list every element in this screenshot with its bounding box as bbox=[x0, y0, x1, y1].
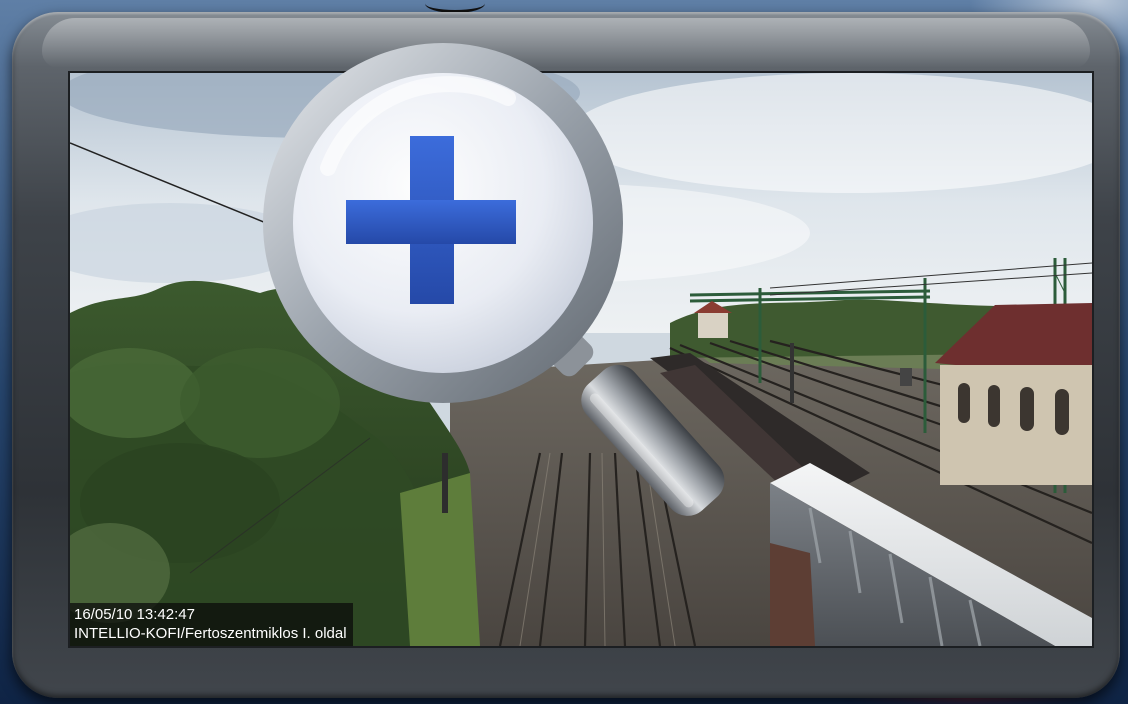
camera-timestamp: 16/05/10 13:42:47 bbox=[74, 606, 195, 623]
camera-osd-overlay: 16/05/10 13:42:47 INTELLIO-KOFI/Fertosze… bbox=[70, 603, 353, 646]
monitor-frame: 16/05/10 13:42:47 INTELLIO-KOFI/Fertosze… bbox=[12, 12, 1120, 698]
camera-location: INTELLIO-KOFI/Fertoszentmiklos I. oldal bbox=[74, 625, 347, 642]
zoom-in-magnifier-icon[interactable] bbox=[248, 38, 728, 518]
